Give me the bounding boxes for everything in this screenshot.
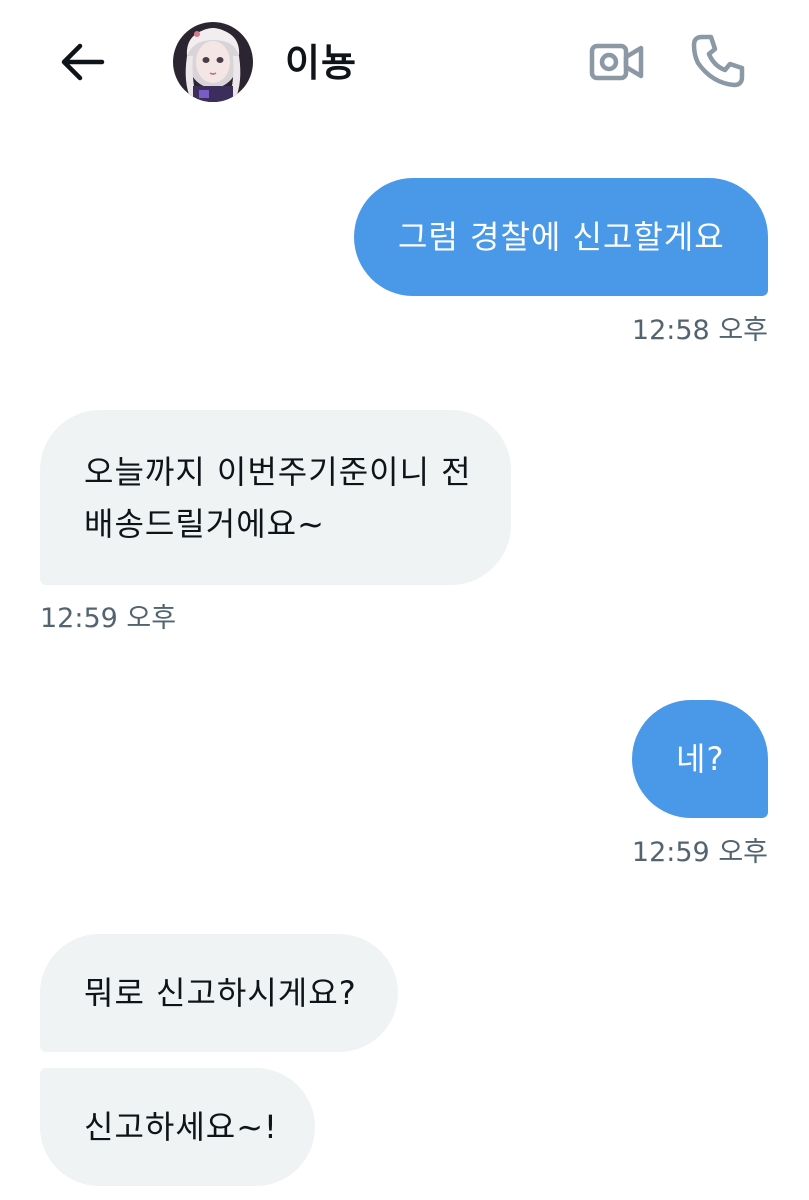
- video-camera-icon: [589, 43, 644, 81]
- message-timestamp: 12:59 오후: [40, 603, 177, 634]
- back-button[interactable]: [52, 36, 112, 88]
- incoming-message-bubble[interactable]: 오늘까지 이번주기준이니 전 배송드릴거에요~: [40, 410, 511, 585]
- voice-call-button[interactable]: [686, 30, 750, 92]
- incoming-message-bubble[interactable]: 신고하세요~!: [40, 1068, 315, 1186]
- phone-icon: [691, 34, 745, 88]
- contact-name[interactable]: 이뇽: [285, 38, 357, 88]
- message-timestamp: 12:59 오후: [631, 837, 768, 868]
- conversation-header: 이뇽: [0, 0, 809, 130]
- video-call-button[interactable]: [586, 34, 648, 90]
- incoming-message-bubble[interactable]: 뭐로 신고하시게요?: [40, 934, 398, 1052]
- outgoing-message-bubble[interactable]: 그럼 경찰에 신고할게요: [354, 178, 768, 296]
- outgoing-message-bubble[interactable]: 네?: [632, 700, 768, 818]
- arrow-left-icon: [61, 43, 105, 81]
- message-timestamp: 12:58 오후: [631, 315, 768, 346]
- profile-avatar: [173, 22, 253, 102]
- avatar[interactable]: [173, 22, 253, 102]
